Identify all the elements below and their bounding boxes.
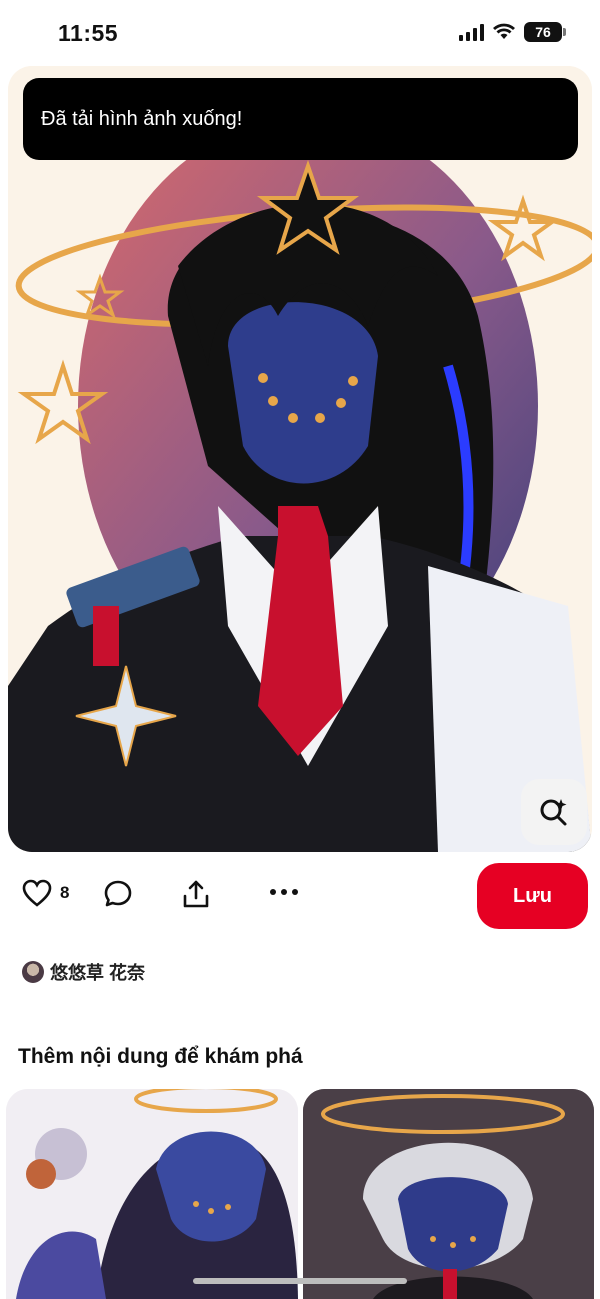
creator-link[interactable]: 悠悠草 花奈 xyxy=(22,959,145,985)
status-bar: 11:55 76 xyxy=(0,0,600,66)
related-pin-image xyxy=(6,1089,298,1299)
wifi-icon xyxy=(493,23,515,39)
avatar xyxy=(22,961,44,983)
more-icon xyxy=(270,889,298,895)
section-title: Thêm nội dung để khám phá xyxy=(18,1045,303,1068)
status-icons: 76 xyxy=(459,22,566,42)
heart-icon xyxy=(22,879,52,907)
save-button[interactable]: Lưu xyxy=(477,863,588,929)
signal-icon xyxy=(459,23,484,41)
like-button[interactable]: 8 xyxy=(22,879,69,907)
battery-indicator: 76 xyxy=(524,22,566,42)
visual-search-button[interactable] xyxy=(521,779,587,845)
visual-search-icon xyxy=(540,799,567,826)
comment-icon xyxy=(104,880,132,907)
more-button[interactable] xyxy=(269,887,299,897)
comment-button[interactable] xyxy=(103,879,133,909)
related-pin-card[interactable] xyxy=(6,1089,298,1299)
like-count: 8 xyxy=(60,883,70,902)
related-pin-image xyxy=(303,1089,594,1299)
pin-action-bar: 8 Lưu xyxy=(0,862,600,932)
pin-image[interactable] xyxy=(8,66,592,852)
related-pin-card[interactable] xyxy=(303,1089,594,1299)
pin-illustration xyxy=(8,66,592,852)
creator-name: 悠悠草 花奈 xyxy=(50,963,146,983)
status-time: 11:55 xyxy=(58,20,119,46)
download-toast: Đã tải hình ảnh xuống! xyxy=(23,78,578,160)
share-icon xyxy=(183,880,209,908)
toast-message: Đã tải hình ảnh xuống! xyxy=(41,107,243,130)
share-button[interactable] xyxy=(181,879,211,909)
home-indicator[interactable] xyxy=(193,1278,407,1284)
